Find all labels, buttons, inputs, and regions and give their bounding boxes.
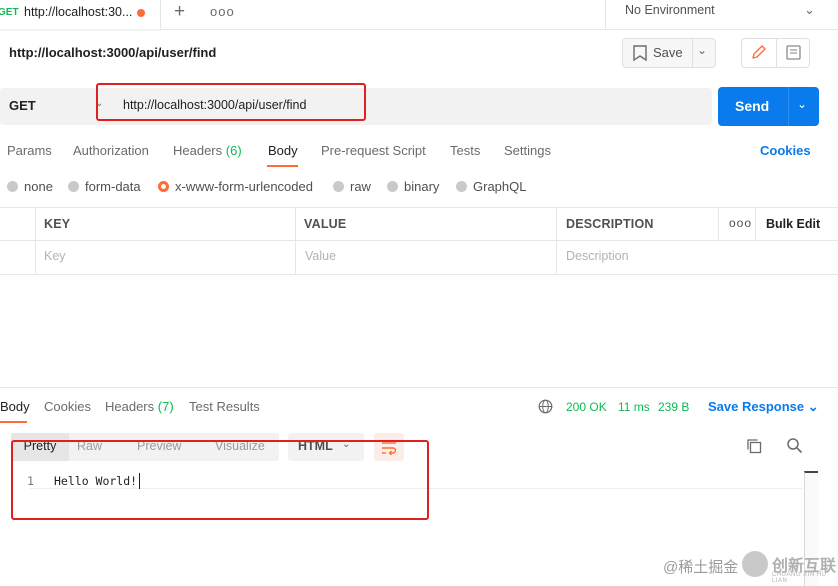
- radio-binary[interactable]: binary: [387, 179, 439, 194]
- response-time[interactable]: 11 ms: [618, 400, 650, 414]
- key-input[interactable]: Key: [44, 249, 66, 263]
- method-select[interactable]: GET: [9, 98, 36, 113]
- environment-label: No Environment: [625, 3, 715, 17]
- tab-tests[interactable]: Tests: [450, 143, 480, 158]
- chevron-down-icon: ⌄: [804, 2, 815, 17]
- new-tab-button[interactable]: +: [174, 1, 185, 23]
- request-title[interactable]: http://localhost:3000/api/user/find: [9, 45, 216, 60]
- radio-raw[interactable]: raw: [333, 179, 371, 194]
- response-tab-cookies[interactable]: Cookies: [44, 399, 91, 414]
- request-tab-active[interactable]: GET http://localhost:30...: [0, 0, 161, 31]
- send-button[interactable]: Send ⌄: [718, 87, 819, 126]
- value-input[interactable]: Value: [305, 249, 336, 263]
- active-tab-indicator: [267, 165, 298, 167]
- headers-count: (6): [225, 143, 242, 158]
- request-tab-bar: GET http://localhost:30... + ooo No Envi…: [0, 0, 838, 31]
- brand-logo-icon: [742, 551, 768, 577]
- send-divider: [788, 87, 789, 126]
- save-response-button[interactable]: Save Response ⌄: [708, 399, 819, 415]
- send-label: Send: [735, 98, 770, 114]
- table-column-divider: [295, 208, 296, 274]
- document-icon: [786, 45, 801, 60]
- table-column-divider: [35, 208, 36, 274]
- status-code[interactable]: 200 OK: [566, 400, 607, 414]
- response-tab-headers[interactable]: Headers (7): [105, 399, 174, 414]
- pencil-icon: [752, 45, 766, 59]
- chevron-down-icon[interactable]: ⌄: [697, 43, 707, 57]
- watermark-juejin: @稀土掘金: [663, 559, 739, 576]
- save-button[interactable]: Save ⌄: [622, 38, 716, 68]
- chevron-down-icon[interactable]: ⌄: [797, 97, 807, 111]
- response-tab-body[interactable]: Body: [0, 399, 30, 414]
- description-input[interactable]: Description: [566, 249, 629, 263]
- tab-label: http://localhost:30...: [24, 5, 133, 19]
- table-divider: [0, 240, 838, 241]
- active-response-tab-indicator: [0, 421, 27, 423]
- view-mode-toggle: [741, 38, 810, 68]
- radio-graphql[interactable]: GraphQL: [456, 179, 526, 194]
- table-column-divider: [718, 208, 719, 240]
- annotation-highlight-response: [11, 440, 429, 520]
- tab-params[interactable]: Params: [7, 143, 52, 158]
- cookies-link[interactable]: Cookies: [760, 143, 811, 158]
- search-icon[interactable]: [786, 437, 803, 454]
- tab-settings[interactable]: Settings: [504, 143, 551, 158]
- environment-selector[interactable]: No Environment ⌄: [605, 0, 838, 29]
- save-divider: [692, 39, 693, 67]
- save-label: Save: [653, 45, 683, 60]
- response-divider[interactable]: [0, 387, 838, 388]
- tab-headers[interactable]: Headers (6): [173, 143, 242, 158]
- column-header-key: KEY: [44, 217, 71, 231]
- copy-icon[interactable]: [746, 438, 762, 454]
- documentation-button[interactable]: [777, 39, 810, 67]
- response-tab-test-results[interactable]: Test Results: [189, 399, 260, 414]
- watermark-brand: 创新互联 CHUANG XIN HU LIAN: [742, 548, 838, 584]
- brand-subtitle: CHUANG XIN HU LIAN: [772, 572, 827, 584]
- save-icon: [633, 45, 647, 61]
- unsaved-dot-icon: [137, 9, 145, 17]
- radio-none[interactable]: none: [7, 179, 53, 194]
- response-headers-count: (7): [157, 399, 174, 414]
- table-column-divider: [755, 208, 756, 240]
- tab-authorization[interactable]: Authorization: [73, 143, 149, 158]
- annotation-highlight-url: [96, 83, 366, 121]
- radio-form-data[interactable]: form-data: [68, 179, 141, 194]
- key-value-table: KEY VALUE DESCRIPTION ooo Bulk Edit Key …: [0, 207, 838, 275]
- table-column-divider: [556, 208, 557, 274]
- tab-method: GET: [0, 7, 19, 18]
- column-header-description: DESCRIPTION: [566, 217, 654, 231]
- radio-x-www-form-urlencoded[interactable]: x-www-form-urlencoded: [158, 179, 313, 194]
- more-tabs-button[interactable]: ooo: [210, 4, 235, 19]
- chevron-down-icon: ⌄: [807, 399, 819, 414]
- globe-icon[interactable]: [538, 399, 553, 414]
- response-size[interactable]: 239 B: [658, 400, 689, 414]
- bulk-edit-button[interactable]: Bulk Edit: [766, 217, 820, 231]
- tab-pre-request-script[interactable]: Pre-request Script: [321, 143, 426, 158]
- column-header-value: VALUE: [304, 217, 347, 231]
- tab-body[interactable]: Body: [268, 143, 298, 158]
- table-options-button[interactable]: ooo: [729, 216, 752, 230]
- edit-mode-button[interactable]: [742, 39, 777, 67]
